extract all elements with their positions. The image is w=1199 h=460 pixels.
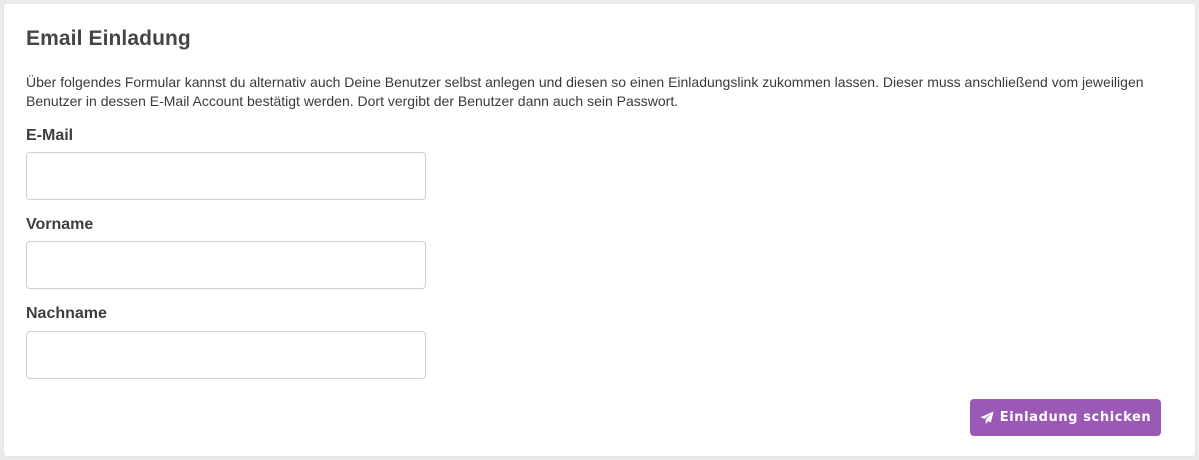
first-name-input[interactable] [26, 241, 426, 289]
email-input[interactable] [26, 152, 426, 200]
paper-plane-icon [980, 411, 994, 425]
last-name-input[interactable] [26, 331, 426, 379]
invitation-card: Email Einladung Über folgendes Formular … [4, 4, 1195, 456]
email-label: E-Mail [26, 127, 74, 144]
send-invitation-label: Einladung schicken [999, 410, 1152, 425]
card-description: Über folgendes Formular kannst du altern… [26, 74, 1144, 109]
first-name-label: Vorname [26, 216, 94, 233]
send-invitation-button[interactable]: Einladung schicken [970, 399, 1161, 436]
card-title: Email Einladung [26, 27, 191, 50]
last-name-label: Nachname [26, 305, 107, 322]
